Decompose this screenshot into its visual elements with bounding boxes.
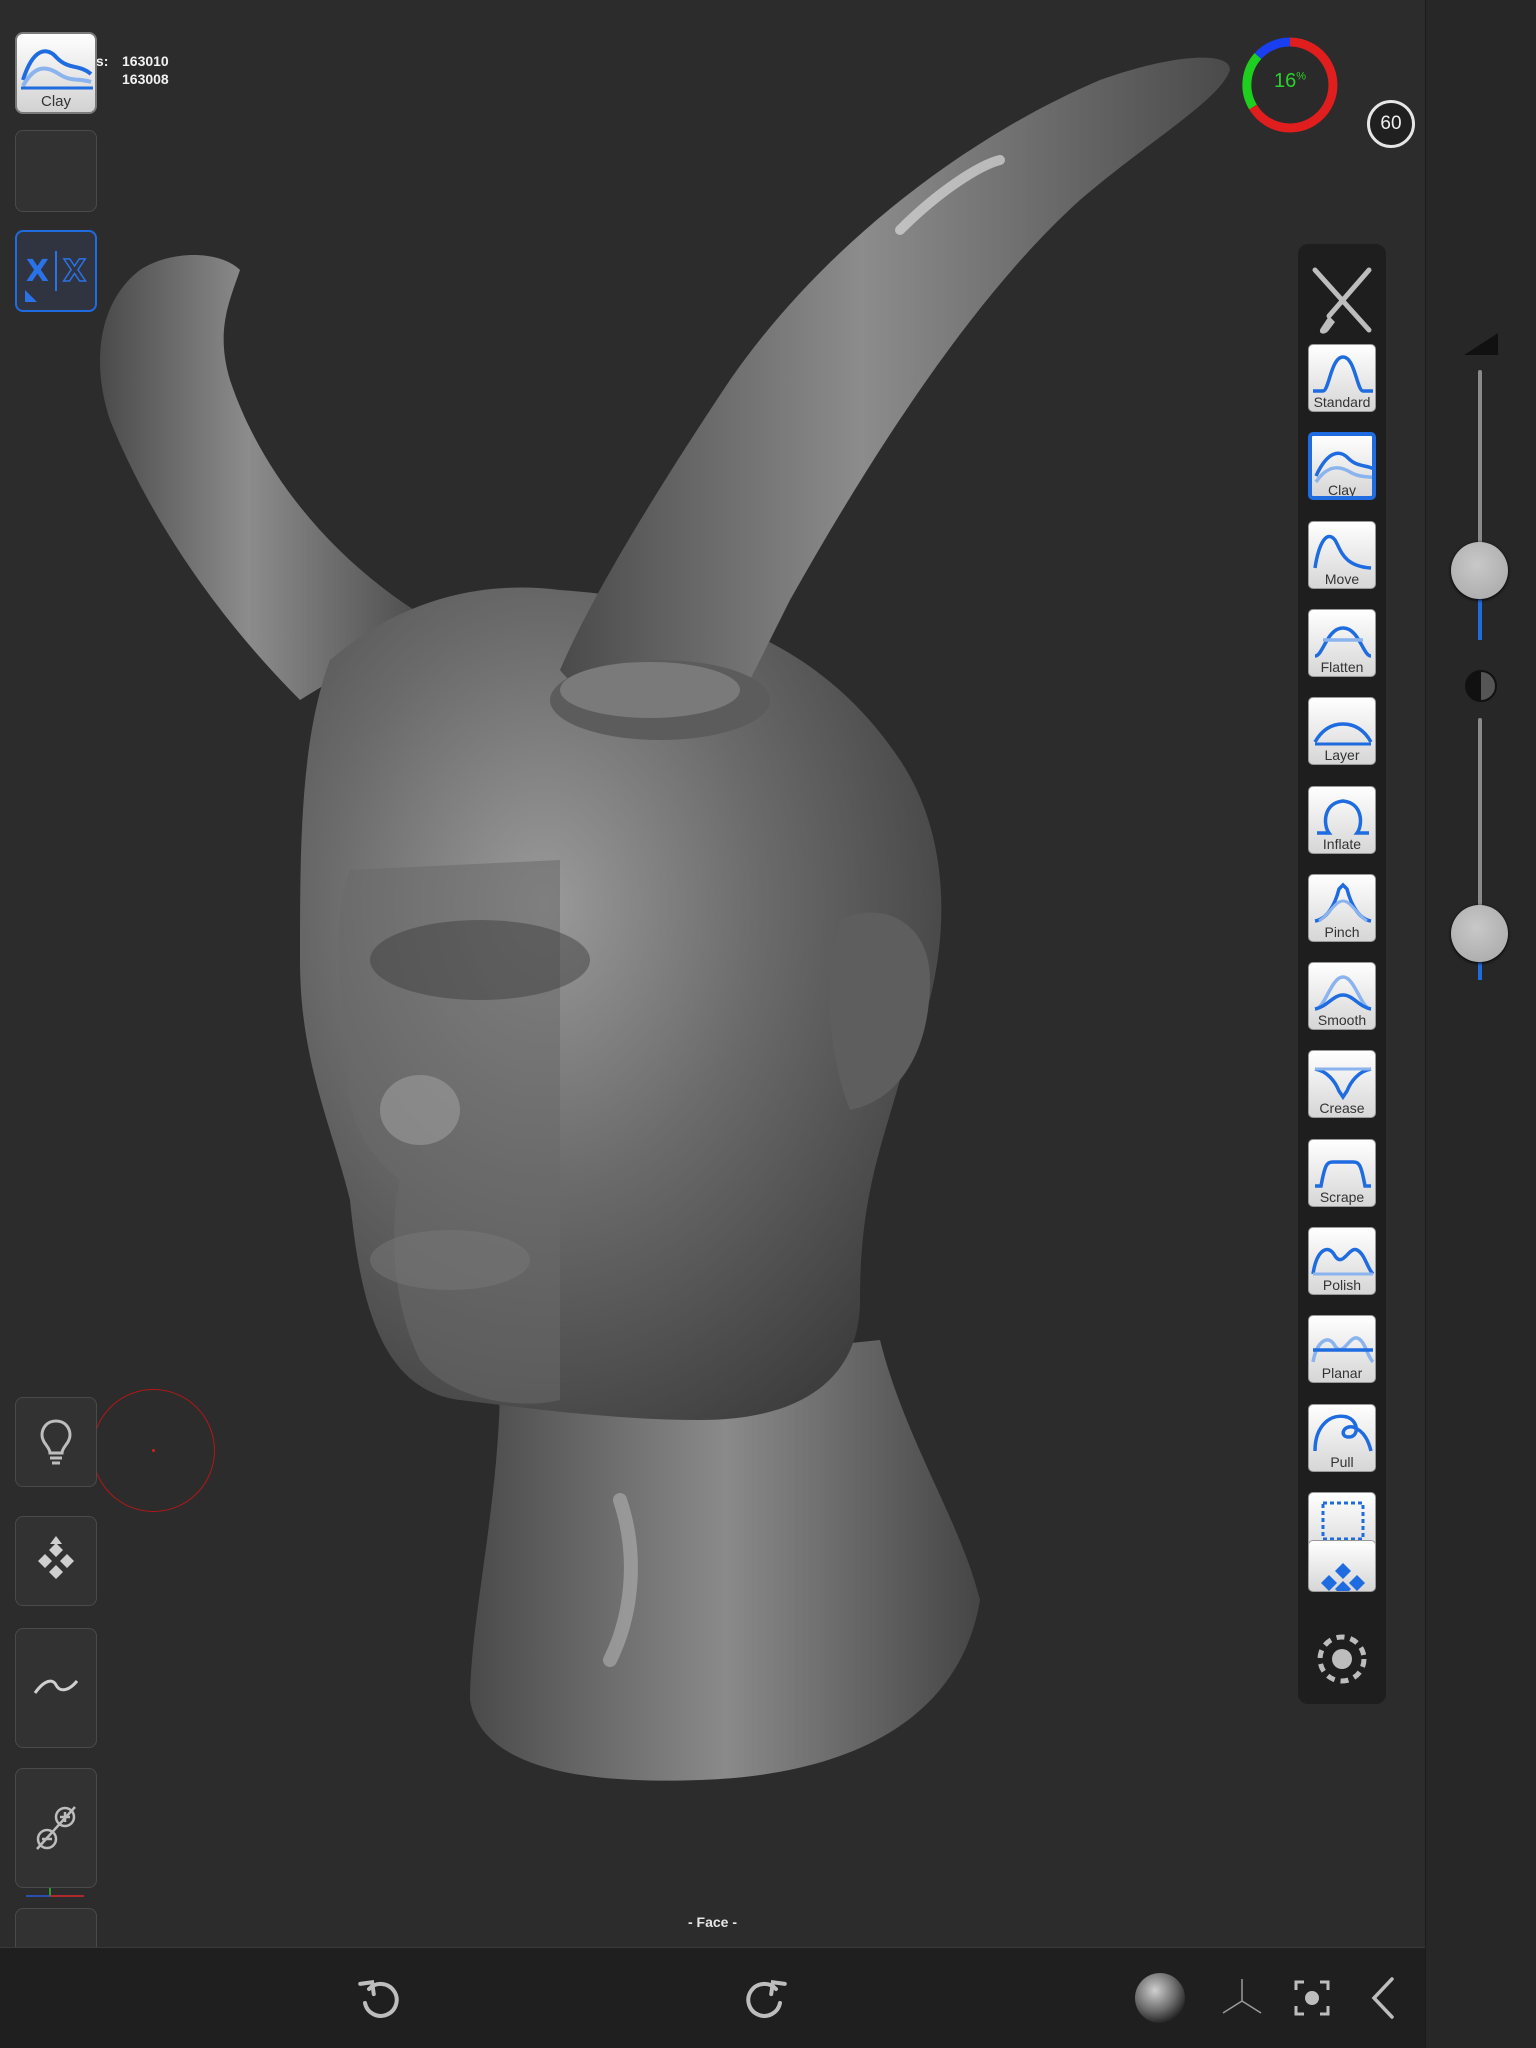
pull-brush-icon [1313,1414,1373,1452]
smooth-brush-icon [1314,975,1372,1011]
focus-frame-icon [1294,1980,1330,2016]
app: Vertices:163010 Faces:163008 [0,0,1536,2048]
brush-button-next[interactable] [1308,1540,1376,1592]
brush-label: Layer [1324,747,1360,764]
brush-button-crease[interactable]: Crease [1308,1050,1376,1119]
current-brush-button[interactable]: Clay [15,32,97,114]
brush-tools-icon [1312,267,1372,334]
brush-label: Pull [1330,1453,1354,1470]
brush-label: Inflate [1322,835,1362,852]
frame-view-button[interactable] [1282,1968,1342,2028]
dyntopo-off-icon [36,1806,76,1850]
matcap-sphere-icon [1135,1973,1185,2023]
clay-brush-icon [21,49,93,90]
brush-palette: Standard Clay Move Flatten Layer Inflate Pinch… [1298,244,1386,1704]
dyntopo-button[interactable] [15,1768,97,1888]
move-arrows-icon [38,1536,74,1579]
crease-brush-icon [1314,1067,1372,1101]
brush-label: Clay [1327,482,1356,499]
standard-brush-icon [1313,355,1373,393]
mesh-name-label: - Face - [687,1914,737,1930]
settings-dots-icon [1317,1634,1367,1684]
undo-button[interactable] [350,1968,410,2028]
brush-label: Scrape [1319,1188,1365,1205]
inflate-brush-icon [1317,798,1369,835]
right-toolbar [1425,0,1536,2048]
symmetry-button[interactable]: X X [15,230,97,312]
brush-settings-button[interactable] [1298,1620,1386,1698]
material-button[interactable] [1130,1968,1190,2028]
brush-button-flatten[interactable]: Flatten [1308,608,1376,677]
polish-brush-icon [1311,1247,1375,1276]
memory-percent: 16% [1273,70,1307,92]
extra-brush-icon [1321,1563,1365,1591]
redo-icon [746,1979,787,2018]
brush-button-standard[interactable]: Standard [1308,344,1376,412]
viewport[interactable]: Vertices:163010 Faces:163008 [0,0,1425,1947]
brush-button-smooth[interactable]: Smooth [1308,962,1376,1031]
brush-label: Pinch [1324,923,1360,940]
flatten-brush-icon [1314,626,1372,658]
brush-button-layer[interactable]: Layer [1308,697,1376,766]
symmetry-axis-label: X [25,253,49,289]
hide-toolbar-button[interactable] [1353,1968,1413,2028]
brush-label: Flatten [1320,658,1364,675]
brush-label: Standard [1313,394,1371,410]
radius-icon [1464,333,1498,355]
redo-button[interactable] [735,1968,795,2028]
sculpt-model[interactable] [0,0,1425,1947]
brush-label: Move [1324,570,1360,587]
symmetry-corner-icon [25,290,37,302]
brush-radius-cursor [92,1389,215,1512]
fps-counter: 60 [1367,100,1415,148]
lighting-button[interactable] [15,1397,97,1487]
axis-icon [1222,1979,1262,2014]
brush-button-pinch[interactable]: Pinch [1308,873,1376,942]
brush-button-clay[interactable]: Clay [1308,432,1376,501]
undo-icon [358,1979,399,2018]
brush-button-planar[interactable]: Planar [1308,1315,1376,1384]
brush-label: Smooth [1317,1012,1367,1029]
stroke-settings-button[interactable] [15,1628,97,1748]
brush-button-inflate[interactable]: Inflate [1308,785,1376,854]
scrape-brush-icon [1315,1159,1371,1188]
symmetry-plane-divider [55,251,57,291]
radius-slider-knob[interactable] [1451,541,1508,599]
intensity-slider-knob[interactable] [1451,904,1508,962]
brush-label: Polish [1322,1277,1362,1293]
brush-palette-toggle[interactable] [1300,250,1384,350]
transform-button[interactable] [15,1516,97,1606]
bottom-toolbar [0,1947,1425,2048]
symmetry-mirror-label: X [62,253,87,290]
brush-button-move[interactable]: Move [1308,520,1376,589]
pinch-brush-icon [1314,882,1372,923]
alpha-texture-button[interactable] [15,130,97,212]
chevron-left-icon [1371,1977,1394,2019]
brush-button-pull[interactable]: Pull [1308,1403,1376,1472]
brush-label: Crease [1319,1100,1365,1117]
intensity-icon [1465,670,1497,702]
brush-button-polish[interactable]: Polish [1308,1227,1376,1295]
brush-button-scrape[interactable]: Scrape [1308,1138,1376,1207]
lightbulb-icon [40,1419,72,1465]
current-brush-label: Clay [40,93,71,110]
layer-brush-icon [1313,722,1373,746]
axis-view-button[interactable] [1212,1968,1272,2028]
brush-label: Planar [1321,1365,1363,1382]
move-brush-icon [1313,534,1372,570]
planar-brush-icon [1311,1336,1375,1364]
stroke-curve-icon [33,1679,79,1694]
